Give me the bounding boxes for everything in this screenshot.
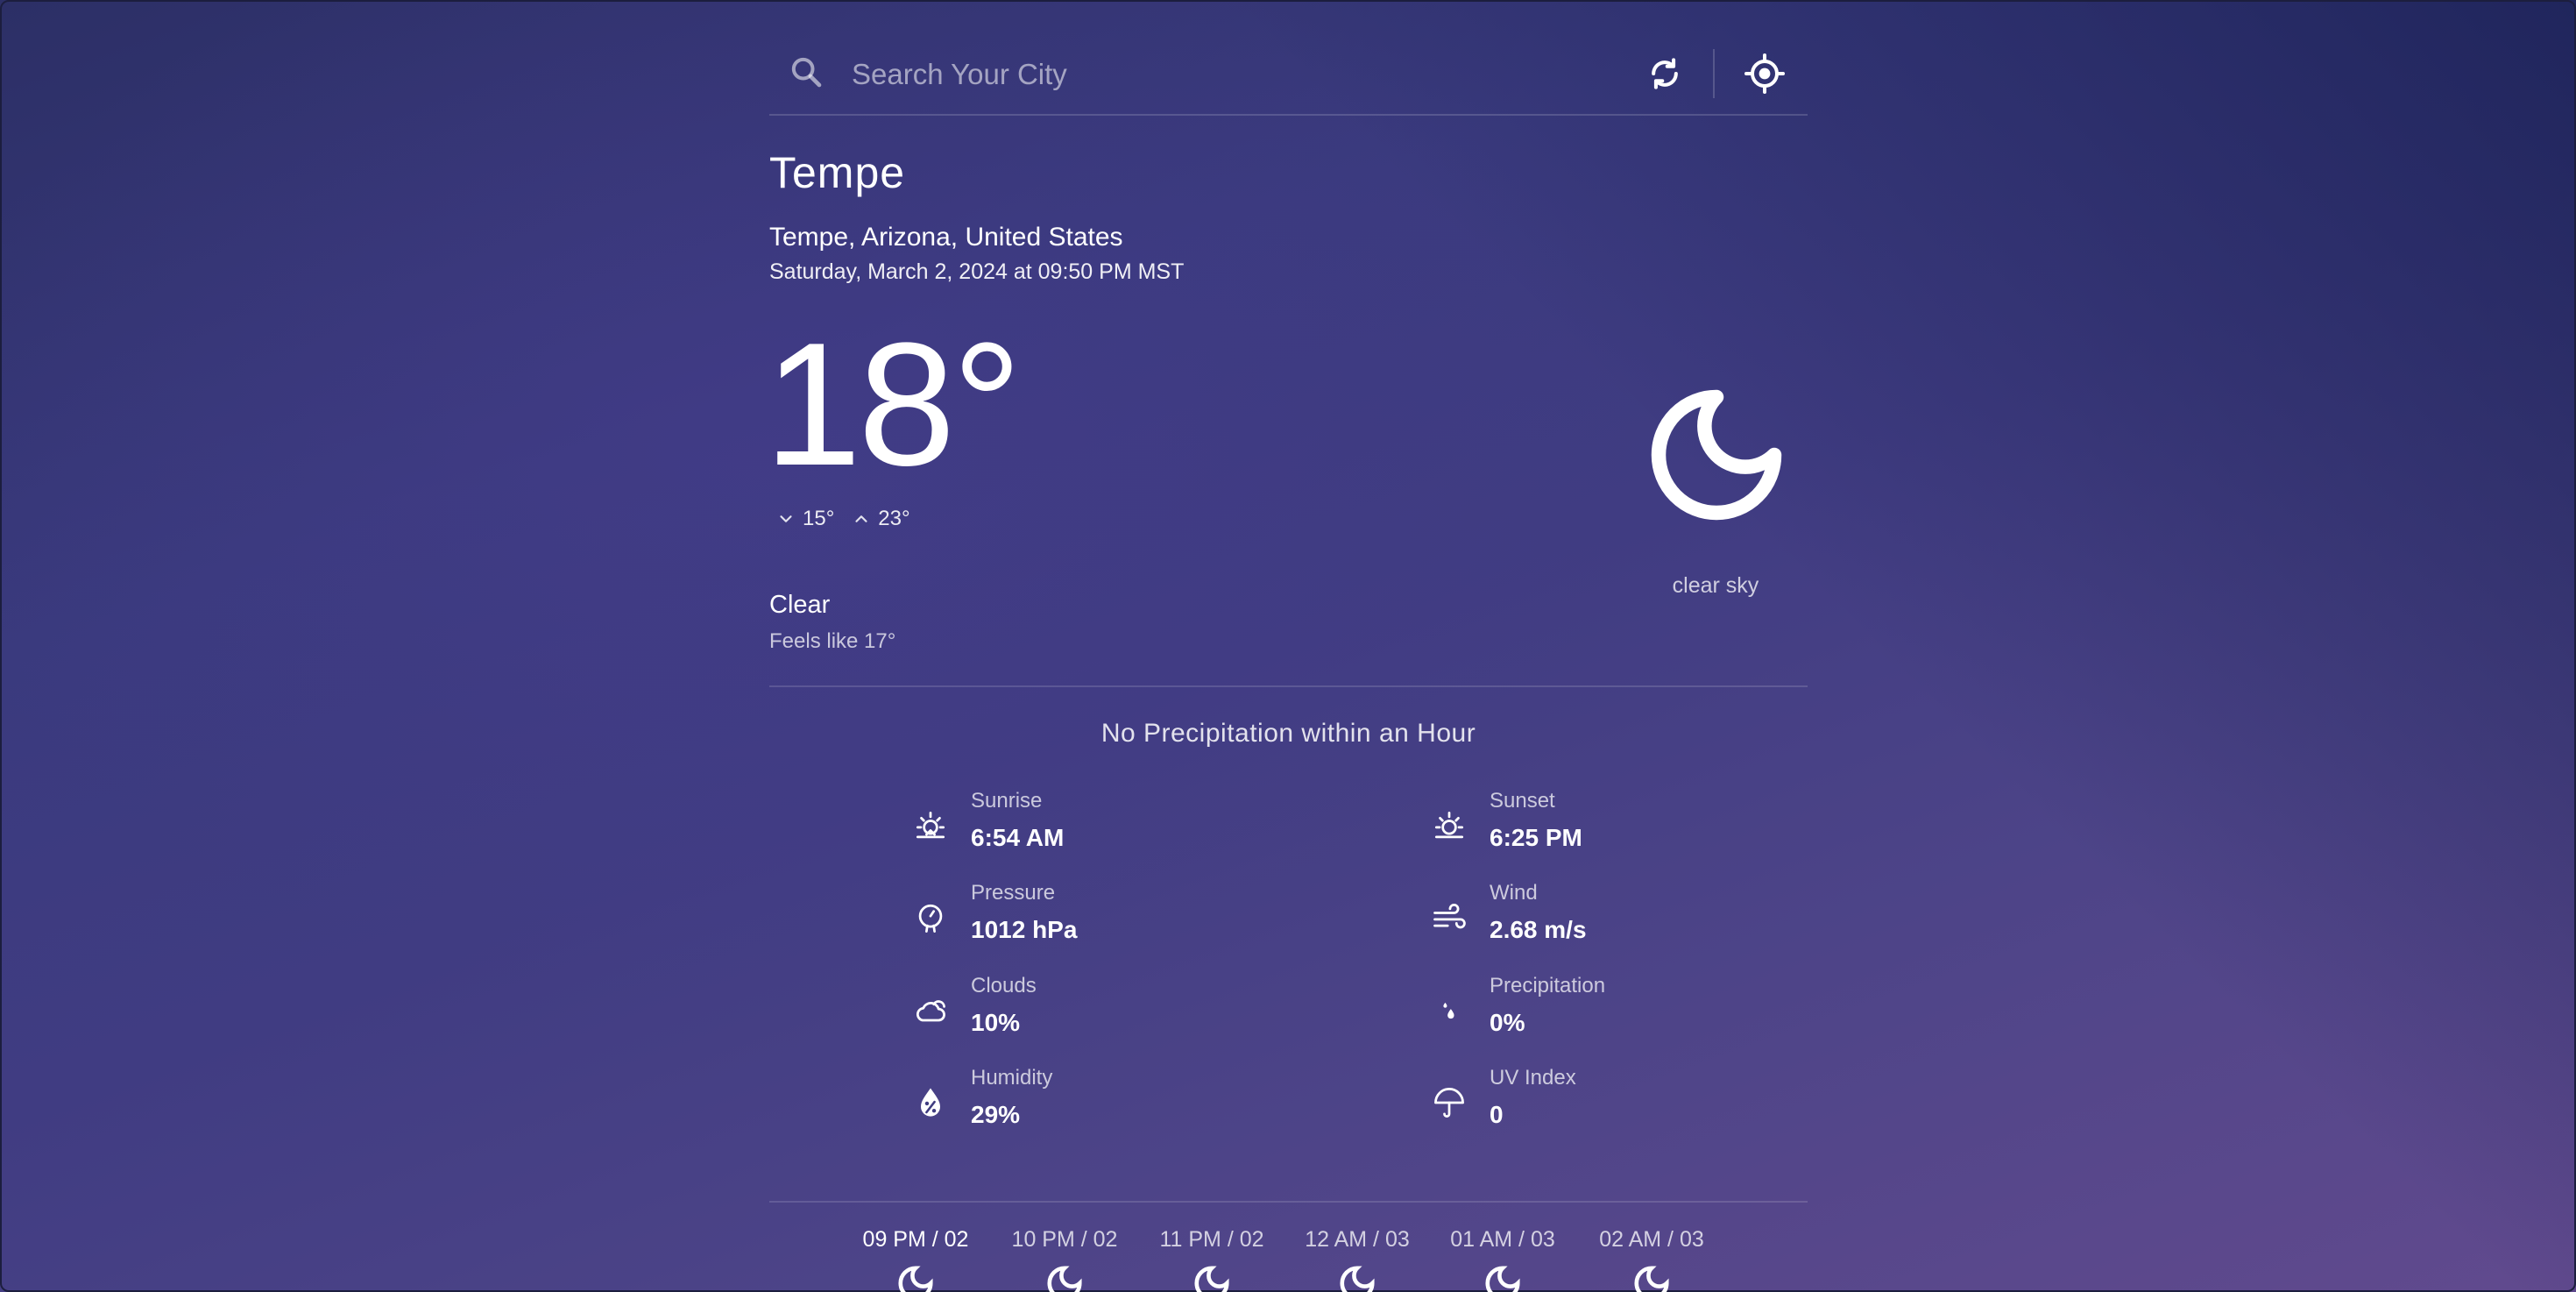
wind-icon — [1433, 903, 1466, 929]
locate-button[interactable] — [1740, 49, 1789, 98]
stat-wind: Wind 2.68 m/s — [1430, 881, 1798, 951]
stat-precipitation: Precipitation 0% — [1430, 974, 1798, 1044]
moon-icon — [1651, 389, 1782, 521]
moon-icon — [1340, 1266, 1375, 1292]
hourly-item[interactable]: 02 AM / 03 — [1577, 1227, 1726, 1292]
hour-label: 10 PM / 02 — [1011, 1227, 1118, 1252]
stat-label: Pressure — [971, 881, 1056, 905]
stat-value: 0% — [1490, 1009, 1525, 1036]
stat-sunrise: Sunrise 6:54 AM — [911, 789, 1279, 859]
hour-label: 12 AM / 03 — [1305, 1227, 1410, 1252]
search-icon — [791, 57, 822, 88]
hourly-item[interactable]: 11 PM / 02 — [1137, 1227, 1286, 1292]
precipitation-message: No Precipitation within an Hour — [1100, 719, 1476, 748]
hourly-item[interactable]: 01 AM / 03 — [1428, 1227, 1577, 1292]
sunset-icon — [1434, 811, 1464, 839]
hour-label: 11 PM / 02 — [1159, 1227, 1264, 1252]
hourly-item[interactable]: 10 PM / 02 — [990, 1227, 1139, 1292]
city-name: Tempe — [769, 148, 906, 197]
stat-uv-index: UV Index 0 — [1430, 1066, 1798, 1136]
stat-value: 1012 hPa — [971, 916, 1078, 943]
stat-label: UV Index — [1490, 1066, 1576, 1090]
stat-label: Humidity — [971, 1066, 1053, 1090]
moon-icon — [1047, 1266, 1082, 1292]
moon-icon — [1194, 1266, 1229, 1292]
moon-icon — [1485, 1266, 1520, 1292]
stat-value: 29% — [971, 1101, 1021, 1128]
hour-label: 01 AM / 03 — [1450, 1227, 1555, 1252]
weather-condition: Clear — [769, 591, 831, 619]
stat-pressure: Pressure 1012 hPa — [911, 881, 1279, 951]
hour-label: 09 PM / 02 — [862, 1227, 969, 1252]
moon-icon — [1634, 1266, 1669, 1292]
current-temperature: 18° — [764, 307, 1022, 502]
sunrise-icon — [916, 811, 945, 839]
feels-like: Feels like 17° — [769, 629, 896, 653]
chevron-down-icon — [780, 515, 792, 522]
toolbar-divider — [1713, 49, 1715, 98]
stat-label: Precipitation — [1490, 974, 1606, 997]
stat-sunset: Sunset 6:25 PM — [1430, 789, 1798, 859]
stat-value: 2.68 m/s — [1490, 916, 1587, 943]
min-temperature: 15° — [803, 507, 835, 530]
stat-value: 6:54 AM — [971, 824, 1065, 851]
temp-range: 15° 23° — [776, 507, 910, 531]
stat-label: Sunrise — [971, 789, 1043, 813]
umbrella-icon — [1434, 1088, 1464, 1118]
stat-label: Clouds — [971, 974, 1037, 997]
stat-value: 10% — [971, 1009, 1021, 1036]
local-datetime: Saturday, March 2, 2024 at 09:50 PM MST — [769, 259, 1185, 284]
cloud-icon — [916, 1000, 945, 1022]
raindrops-icon — [1443, 1002, 1454, 1019]
stat-label: Wind — [1490, 881, 1538, 905]
hourly-item[interactable]: 12 AM / 03 — [1283, 1227, 1432, 1292]
stat-value: 0 — [1490, 1101, 1504, 1128]
humidity-icon — [921, 1088, 940, 1117]
search-bar — [769, 39, 1808, 116]
crosshair-location-icon — [1744, 53, 1785, 94]
hour-label: 02 AM / 03 — [1599, 1227, 1704, 1252]
hourly-forecast: 09 PM / 02 10 PM / 02 11 PM / 02 12 AM /… — [769, 1227, 1808, 1292]
stat-label: Sunset — [1490, 789, 1555, 813]
background-tint — [0, 0, 2576, 1292]
moon-icon — [898, 1266, 933, 1292]
stat-humidity: Humidity 29% — [911, 1066, 1279, 1136]
refresh-icon — [1652, 58, 1678, 89]
hourly-item[interactable]: 09 PM / 02 — [841, 1227, 990, 1292]
barometer-icon — [918, 904, 943, 933]
stat-value: 6:25 PM — [1490, 824, 1582, 851]
search-input[interactable] — [850, 51, 1484, 98]
location-address: Tempe, Arizona, United States — [769, 223, 1123, 252]
refresh-button[interactable] — [1640, 49, 1689, 98]
divider — [769, 685, 1808, 687]
max-temperature: 23° — [878, 507, 910, 530]
stat-clouds: Clouds 10% — [911, 974, 1279, 1044]
window-frame — [0, 0, 2576, 1292]
divider — [769, 1201, 1808, 1203]
chevron-up-icon — [855, 515, 867, 522]
weather-icon-description: clear sky — [1672, 573, 1759, 598]
